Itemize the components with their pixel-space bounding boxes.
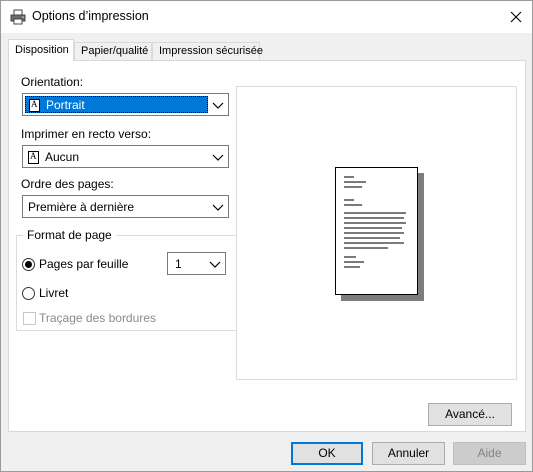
booklet-label[interactable]: Livret [39, 286, 68, 300]
text-line [344, 237, 400, 239]
text-line [344, 227, 402, 229]
dialog-title: Options d’impression [32, 9, 149, 23]
text-line [344, 199, 354, 201]
text-line [344, 256, 356, 258]
orientation-label: Orientation: [21, 75, 84, 89]
duplex-select[interactable]: Aucun [22, 145, 229, 168]
chevron-down-icon [212, 102, 224, 109]
page-order-value: Première à dernière [28, 200, 135, 214]
text-line [344, 222, 406, 224]
chevron-down-icon [209, 261, 221, 268]
pages-per-sheet-radio[interactable] [22, 258, 35, 271]
duplex-value: Aucun [45, 150, 80, 164]
single-side-page-icon [28, 151, 39, 165]
text-line [344, 261, 364, 263]
print-options-dialog: Options d’impression Disposition Papier/… [0, 0, 533, 472]
printer-icon [10, 9, 26, 25]
text-line [344, 217, 404, 219]
text-line [344, 266, 360, 268]
orientation-value: Portrait [46, 98, 85, 112]
text-line [344, 204, 362, 206]
page-format-title: Format de page [23, 228, 116, 242]
orientation-select[interactable]: Portrait [22, 93, 229, 116]
tab-disposition[interactable]: Disposition [8, 39, 74, 61]
text-line [344, 212, 406, 214]
tab-secure-print[interactable]: Impression sécurisée [152, 42, 263, 61]
close-icon [510, 11, 522, 23]
preview-page [335, 167, 418, 295]
pages-per-sheet-select[interactable]: 1 [167, 252, 226, 275]
tab-paper-quality[interactable]: Papier/qualité [74, 42, 152, 61]
close-button[interactable] [500, 1, 532, 33]
booklet-radio[interactable] [22, 287, 35, 300]
cancel-button[interactable]: Annuler [372, 442, 445, 465]
borders-label: Traçage des bordures [39, 311, 156, 325]
page-preview [236, 86, 517, 380]
chevron-down-icon [212, 154, 224, 161]
title-bar: Options d’impression [1, 1, 532, 33]
duplex-label: Imprimer en recto verso: [21, 127, 152, 141]
text-line [344, 247, 388, 249]
help-button[interactable]: Aide [453, 442, 526, 465]
chevron-down-icon [212, 204, 224, 211]
text-line [344, 242, 404, 244]
page-format-group: Format de page Pages par feuille 1 Livre… [16, 228, 241, 331]
text-line [344, 181, 366, 183]
page-order-select[interactable]: Première à dernière [22, 195, 229, 218]
ok-button[interactable]: OK [291, 442, 363, 465]
pages-per-sheet-value: 1 [175, 257, 182, 271]
text-line [344, 186, 362, 188]
text-line [344, 176, 354, 178]
pages-per-sheet-label[interactable]: Pages par feuille [39, 257, 128, 271]
text-line [344, 232, 404, 234]
portrait-page-icon [29, 99, 40, 113]
page-order-label: Ordre des pages: [21, 177, 114, 191]
disposition-panel: Orientation: Portrait Imprimer en recto … [8, 60, 526, 432]
advanced-button[interactable]: Avancé... [428, 403, 512, 426]
borders-checkbox[interactable] [23, 312, 36, 325]
